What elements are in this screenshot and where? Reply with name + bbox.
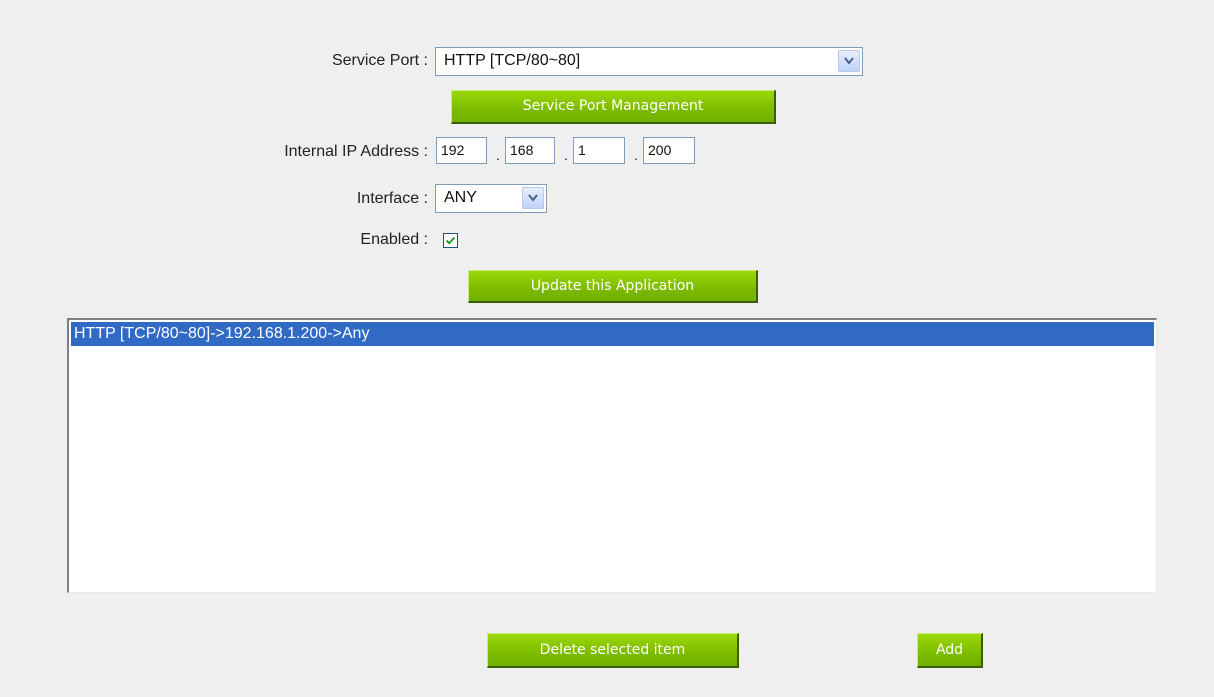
service-port-label: Service Port :: [331, 52, 428, 69]
update-application-button[interactable]: Update this Application: [468, 270, 758, 303]
service-port-select[interactable]: HTTP [TCP/80~80]: [435, 47, 863, 76]
delete-selected-button[interactable]: Delete selected item: [487, 633, 739, 668]
application-listbox[interactable]: HTTP [TCP/80~80]->192.168.1.200->Any: [67, 318, 1157, 593]
service-port-management-button[interactable]: Service Port Management: [451, 90, 776, 124]
enabled-checkbox[interactable]: [443, 233, 458, 248]
interface-value: ANY: [444, 189, 477, 206]
ip-octet-4[interactable]: 200: [643, 137, 695, 164]
ip-octet-1[interactable]: 192: [436, 137, 487, 164]
list-item[interactable]: HTTP [TCP/80~80]->192.168.1.200->Any: [71, 322, 1154, 346]
ip-separator: .: [496, 147, 500, 163]
interface-label: Interface :: [356, 190, 428, 207]
enabled-label: Enabled :: [360, 231, 428, 248]
internal-ip-label: Internal IP Address :: [284, 143, 428, 160]
chevron-down-icon[interactable]: [838, 50, 860, 72]
ip-octet-3[interactable]: 1: [573, 137, 625, 164]
chevron-down-icon[interactable]: [522, 187, 544, 209]
ip-separator: .: [564, 147, 568, 163]
interface-select[interactable]: ANY: [435, 184, 547, 213]
ip-octet-2[interactable]: 168: [505, 137, 555, 164]
add-button[interactable]: Add: [917, 633, 983, 668]
ip-separator: .: [634, 147, 638, 163]
service-port-value: HTTP [TCP/80~80]: [444, 52, 581, 69]
